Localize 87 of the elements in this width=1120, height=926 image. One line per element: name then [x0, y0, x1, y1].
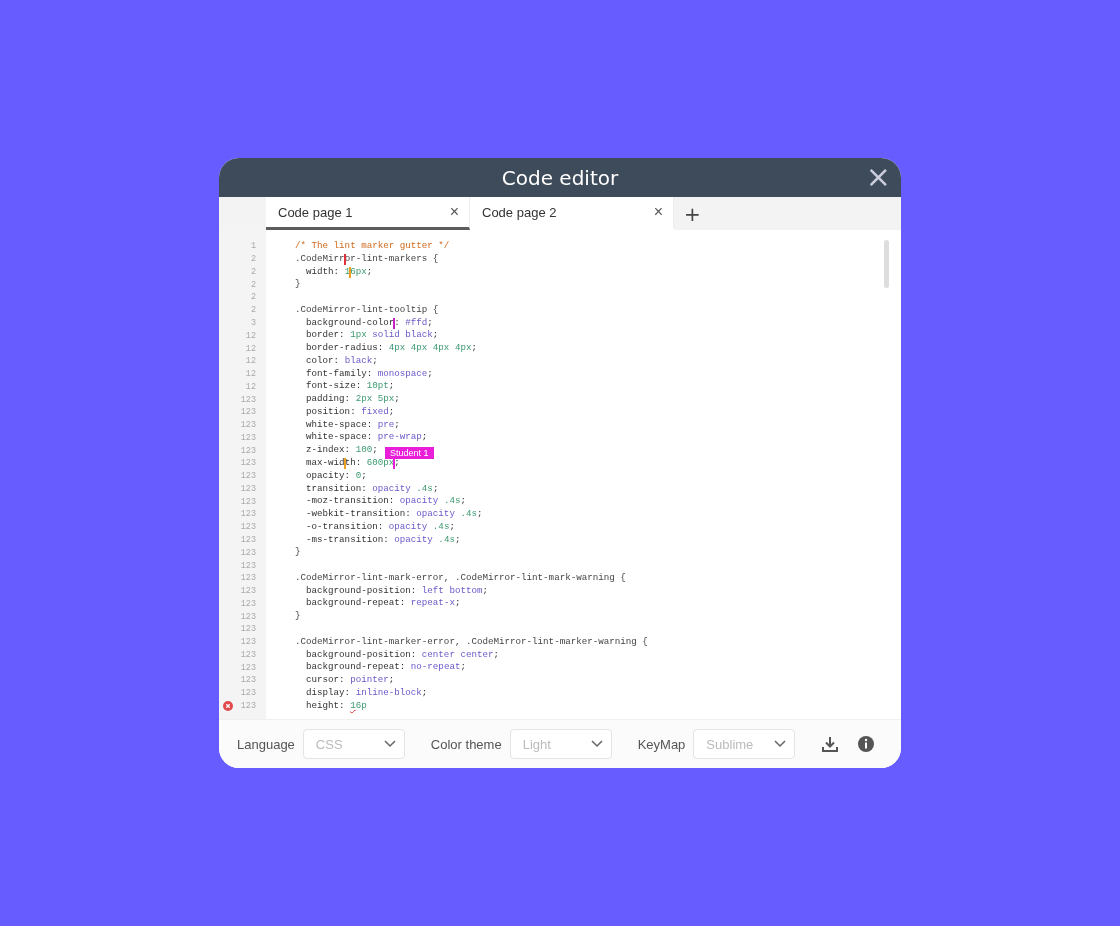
line-number: 123 — [240, 649, 256, 660]
code-line: transition: opacity .4s; — [305, 482, 439, 494]
line-number: 123 — [240, 598, 256, 609]
chevron-icon — [774, 740, 787, 748]
line-number: 123 — [240, 573, 256, 584]
line-number: 123 — [240, 471, 256, 482]
line-number: 2 — [250, 254, 256, 265]
tab-label: Code page 2 — [482, 204, 557, 220]
line-number: 123 — [240, 586, 256, 597]
line-number: 12 — [245, 356, 256, 367]
chevron-icon — [590, 740, 603, 748]
scrollbar-thumb[interactable] — [884, 240, 889, 288]
code-line: /* The lint marker gutter */ — [295, 240, 450, 251]
line-number: 123 — [240, 509, 256, 520]
code-line: .CodeMirror-lint-tooltip { — [295, 303, 439, 315]
line-number: 123 — [240, 496, 256, 507]
code-line: } — [295, 278, 301, 290]
line-number: 123 — [240, 535, 256, 545]
line-number: 123 — [240, 688, 256, 699]
code-line: .CodeMirror-lint-mark-error, .CodeMirror-lint-mark-warning { — [295, 571, 626, 583]
editor-tab[interactable]: Code page 1 × — [266, 197, 470, 230]
tab-close-button[interactable]: × — [653, 203, 663, 221]
line-number: 123 — [240, 675, 256, 686]
code-line: font-size: 10pt; — [305, 380, 395, 392]
chevron-icon — [383, 740, 396, 748]
line-number: 12 — [245, 369, 256, 380]
line-number: 123 — [240, 560, 256, 571]
code-line: background-position: left bottom; — [305, 584, 488, 596]
line-number: 123 — [240, 432, 256, 443]
code-line: white-space: pre; — [305, 418, 400, 430]
window-title: Code editor — [501, 165, 619, 190]
code-line: .CodeMirr or-lint-markers { — [295, 252, 439, 264]
line-number: 123 — [240, 394, 256, 405]
line-number: 123 — [240, 458, 256, 469]
code-line: .CodeMirror-lint-marker-error, .CodeMirror-lint-marker-warning { — [295, 635, 648, 647]
close-button[interactable]: × — [863, 162, 893, 192]
code-line: background-repeat: no-repeat; — [305, 661, 466, 673]
line-number: 12 — [245, 330, 256, 341]
code-line: z-index: 100; — [305, 444, 378, 456]
code-line: background-repeat: repeat-x; — [305, 597, 461, 609]
tab-close-button[interactable]: × — [449, 203, 459, 221]
code-line: color: black; — [305, 354, 378, 366]
field-label: Color theme — [430, 736, 502, 752]
tab-label: Code page 1 — [278, 204, 353, 220]
line-number: 1 — [250, 241, 256, 252]
code-line: position: fixed; — [305, 405, 395, 417]
line-number: 123 — [240, 407, 256, 418]
line-number: 3 — [250, 317, 256, 328]
line-number: 123 — [240, 522, 256, 533]
field-label: Language — [237, 736, 295, 752]
line-number: 123 — [240, 700, 256, 711]
line-number: 123 — [240, 420, 256, 431]
code-line: -ms-transition: opacity .4s; — [305, 533, 461, 545]
add-tab-button[interactable]: + — [674, 197, 711, 230]
code-line: height: 16p — [305, 699, 367, 711]
line-number: 2 — [250, 292, 256, 303]
code-line: -webkit-transition: opacity .4s; — [305, 508, 483, 520]
code-line: background-position: center center; — [305, 648, 499, 660]
code-line: white-space: pre-wrap; — [305, 431, 428, 443]
field-label: KeyMap — [637, 736, 686, 752]
code-line: } — [295, 610, 301, 622]
download-icon[interactable] — [821, 735, 840, 753]
code-line: -o-transition: opacity .4s; — [305, 520, 455, 532]
user-label: Student 1 — [385, 446, 434, 459]
line-number: 123 — [240, 483, 256, 494]
code-line: border: 1px solid black; — [305, 329, 439, 341]
line-number: 123 — [240, 547, 256, 558]
code-line: font-family: monospace; — [305, 367, 433, 379]
line-number: 123 — [240, 662, 256, 673]
code-line: border-radius: 4px 4px 4px 4px; — [305, 342, 477, 354]
line-number: 2 — [250, 279, 256, 290]
line-number: 123 — [240, 445, 256, 456]
line-number: 12 — [245, 381, 256, 392]
line-number: 2 — [250, 266, 256, 277]
code-line: opacity: 0; — [305, 469, 367, 481]
line-number: 2 — [250, 305, 256, 316]
line-number: 123 — [240, 611, 256, 622]
code-line: } — [295, 546, 301, 558]
code-line: display: inline-block; — [305, 686, 428, 698]
info-icon[interactable] — [857, 735, 876, 753]
code-line: cursor: pointer; — [305, 674, 395, 686]
line-number: 123 — [240, 624, 256, 635]
line-number: 123 — [240, 637, 256, 648]
code-line: padding: 2px 5px; — [305, 393, 400, 405]
editor-tab[interactable]: Code page 2 × — [470, 197, 674, 230]
line-number: 12 — [245, 343, 256, 354]
code-line: -moz-transition: opacity .4s; — [305, 495, 466, 507]
